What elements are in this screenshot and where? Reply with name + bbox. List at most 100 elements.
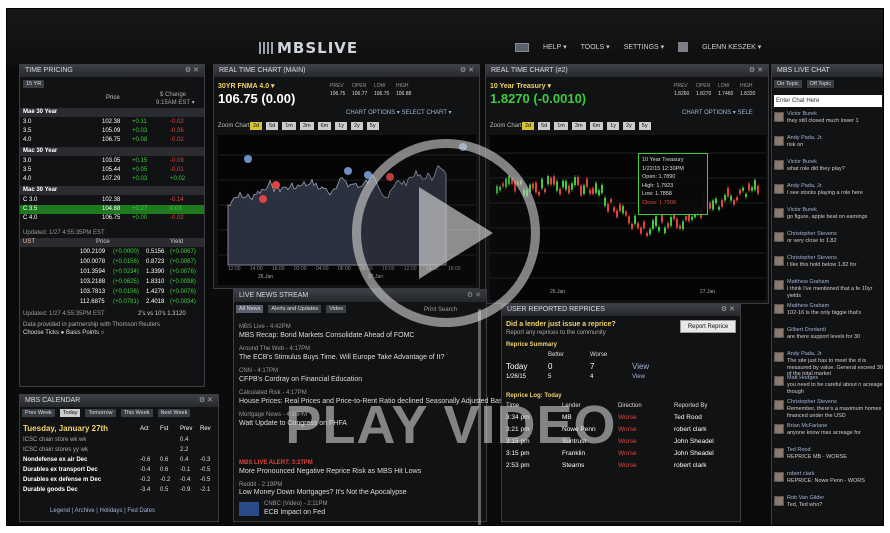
video-thumbnail[interactable]: MBSLIVE HELP ▾ TOOLS ▾ SETTINGS ▾ GLENN … <box>6 8 884 526</box>
pricing-row: 3.5 105.44 +0.05 -0.01 <box>20 166 204 175</box>
chat-author[interactable]: Victor Burek <box>787 159 817 166</box>
stat-label: LOW <box>374 83 386 89</box>
chat-author[interactable]: Rob Van Gilder <box>787 495 824 502</box>
chat-author[interactable]: Victor Burek <box>787 111 817 118</box>
col-change-time[interactable]: 9:15AM EST ▾ <box>156 99 195 106</box>
chat-message: Matthew Graham 102-16 is the only biggie … <box>774 303 883 323</box>
chat-message: Andy Pada, Jr. risk on <box>774 135 883 155</box>
chat-message: Christopher Stevens I like this hold belo… <box>774 255 883 275</box>
help-menu[interactable]: HELP ▾ <box>543 43 567 51</box>
candle-body <box>619 204 621 212</box>
monitor-icon[interactable] <box>515 42 529 52</box>
chat-author[interactable]: Andy Pada, Jr. <box>787 183 823 190</box>
play-icon[interactable] <box>419 187 493 279</box>
calendar-value: -0.6 <box>140 457 151 463</box>
news-headline[interactable]: CFPB's Cordray on Financial Education <box>239 376 362 383</box>
chat-author[interactable]: Brian McFarlane <box>787 423 827 430</box>
ust-price: 100.0078 <box>80 259 106 265</box>
stat-value: 1.8270 <box>696 91 712 97</box>
zoom-option[interactable]: 1y <box>335 122 347 130</box>
zoom-option[interactable]: 6m <box>589 122 604 130</box>
news-tab[interactable]: Alerts and Updates <box>268 305 322 313</box>
news-tab[interactable]: All News <box>236 305 264 313</box>
alert-headline[interactable]: More Pronounced Negative Reprice Risk as… <box>239 468 421 475</box>
panel-controls-icon[interactable]: ⚙ ✕ <box>721 304 735 316</box>
zoom-option[interactable]: 2d <box>250 122 263 130</box>
chart2-symbol-select[interactable]: 10 Year Treasury ▾ <box>490 82 551 90</box>
news-headline[interactable]: Low Money Down Mortgages? It's Not the A… <box>239 489 406 496</box>
zoom-option[interactable]: 6m <box>317 122 332 130</box>
calendar-tab[interactable]: Tomorrow <box>85 409 116 417</box>
chat-author[interactable]: Andy Pada, Jr. <box>787 351 823 358</box>
alert-time: MBS LIVE ALERT: 3:27PM <box>239 460 313 466</box>
chat-author[interactable]: Gilbert Dordardi <box>787 327 826 334</box>
zoom-option[interactable]: 5y <box>366 122 379 130</box>
stat-label: PREV <box>674 83 688 89</box>
calendar-event: Durable goods Dec <box>23 487 78 493</box>
play-video-label[interactable]: PLAY VIDEO <box>251 394 651 456</box>
zoom-option[interactable]: 1y <box>607 122 619 130</box>
chat-author[interactable]: Matthew Graham <box>787 279 829 286</box>
chat-tab-off-topic[interactable]: Off Topic <box>806 80 835 88</box>
chat-author[interactable]: robert clark <box>787 471 815 478</box>
calendar-value: 0.5 <box>160 487 169 493</box>
news-headline[interactable]: The ECB's Stimulus Buys Time. Will Europ… <box>239 354 444 361</box>
candle-body <box>712 200 714 210</box>
tick-basis-toggle[interactable]: Choose Ticks ● Basis Points ○ <box>23 330 104 336</box>
chat-author[interactable]: Matt Hodges <box>787 375 818 382</box>
panel-controls-icon[interactable]: ⚙ ✕ <box>749 65 763 77</box>
tools-menu[interactable]: TOOLS ▾ <box>581 43 610 51</box>
chat-author[interactable]: Christopher Stevens <box>787 231 837 238</box>
panel-controls-icon[interactable]: ⚙ ✕ <box>199 395 213 407</box>
panel-controls-icon[interactable]: ⚙ ✕ <box>460 65 474 77</box>
zoom-option[interactable]: 1m <box>282 122 296 130</box>
calendar-event: Nondefense ex air Dec <box>23 457 88 463</box>
chat-input[interactable]: Enter Chat Here <box>774 95 882 107</box>
panel-controls-icon[interactable]: ⚙ ✕ <box>185 65 199 77</box>
user-avatar[interactable] <box>678 42 689 52</box>
chart1-symbol-select[interactable]: 30YR FNMA 4.0 ▾ <box>218 82 275 90</box>
data-provider-note: Data provided in partnership with Thomso… <box>23 322 160 328</box>
news-headline[interactable]: ECB Impact on Fed <box>264 509 325 516</box>
stat-label: PREV <box>330 83 344 89</box>
chat-author[interactable]: Victor Burek <box>787 207 817 214</box>
calendar-tab[interactable]: Next Week <box>157 409 191 417</box>
summary-cell[interactable]: View <box>632 374 645 380</box>
zoom-option[interactable]: 5d <box>538 122 551 130</box>
chat-author[interactable]: Matthew Graham <box>787 303 829 310</box>
chat-author[interactable]: Christopher Stevens <box>787 399 837 406</box>
candle-body <box>538 191 540 196</box>
user-menu[interactable]: GLENN KESZEK ▾ <box>702 43 761 51</box>
pricing-tab[interactable]: 15 YR <box>23 80 45 88</box>
news-headline[interactable]: MBS Recap: Bond Markets Consolidate Ahea… <box>239 332 414 339</box>
calendar-tab[interactable]: Prev Week <box>22 409 55 417</box>
x-date-label: 26.Jan <box>550 289 565 295</box>
zoom-option[interactable]: 2y <box>622 122 635 130</box>
zoom-option[interactable]: 2d <box>522 122 535 130</box>
zoom-option[interactable]: 3m <box>571 122 586 130</box>
chart2-options[interactable]: CHART OPTIONS ▾ SELE <box>682 109 753 116</box>
zoom-option[interactable]: 5d <box>266 122 279 130</box>
chat-tab-on-topic[interactable]: On Topic <box>774 80 802 88</box>
zoom-option[interactable]: 1m <box>554 122 568 130</box>
chart1-options[interactable]: CHART OPTIONS ▾ SELECT CHART ▾ <box>346 109 452 116</box>
chat-author[interactable]: Christopher Stevens <box>787 255 837 262</box>
calendar-tab[interactable]: Today <box>59 409 81 417</box>
zoom-option[interactable]: 3m <box>299 122 314 130</box>
chat-author[interactable]: Andy Pada, Jr. <box>787 135 823 142</box>
chat-author[interactable]: Ted Rood <box>787 447 811 454</box>
video-thumb-icon[interactable] <box>239 502 259 516</box>
chat-message: Andy Pada, Jr. I see stocks playing a rol… <box>774 183 883 203</box>
news-tab[interactable]: Video <box>326 305 347 313</box>
ust-price-change: (+0.0625) <box>113 279 139 285</box>
candle-body <box>709 202 711 209</box>
calendar-footer-links[interactable]: Legend | Archive | Holidays | Fed Dates <box>50 508 155 514</box>
settings-menu[interactable]: SETTINGS ▾ <box>624 43 664 51</box>
pricing-row: C 4.0 106.75 +0.00 -0.02 <box>20 214 204 223</box>
zoom-option[interactable]: 2y <box>350 122 363 130</box>
report-reprice-button[interactable]: Report Reprice <box>680 320 736 333</box>
summary-cell[interactable]: View <box>632 362 649 371</box>
calendar-tab[interactable]: This Week <box>120 409 153 417</box>
coupon: 4.0 <box>23 176 32 182</box>
zoom-option[interactable]: 5y <box>638 122 651 130</box>
